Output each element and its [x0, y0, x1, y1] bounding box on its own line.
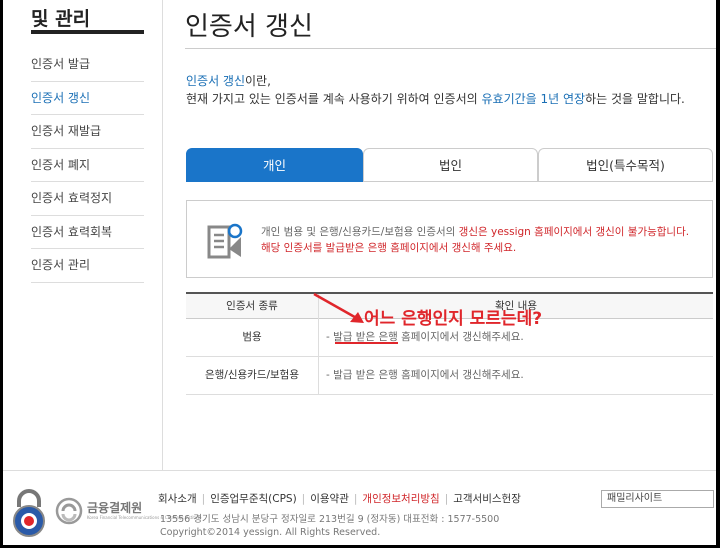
sidebar-item-reissue[interactable]: 인증서 재발급 — [31, 115, 144, 149]
tab-bar: 개인 법인 법인(특수목적) — [186, 148, 713, 182]
tab-corporate[interactable]: 법인 — [363, 148, 538, 182]
footer-copyright: Copyright©2014 yessign. All Rights Reser… — [160, 527, 381, 538]
footer-link-cps[interactable]: 인증업무준칙(CPS) — [210, 493, 296, 505]
footer-separator: | — [444, 493, 449, 505]
row-type: 은행/신용카드/보험용 — [186, 357, 319, 394]
footer-link-company[interactable]: 회사소개 — [158, 493, 197, 505]
annotation-underline — [335, 342, 398, 344]
intro-line2-a: 현재 가지고 있는 인증서를 계속 사용하기 위하여 인증서의 — [186, 92, 482, 106]
title-divider — [185, 48, 716, 49]
tab-personal[interactable]: 개인 — [186, 148, 363, 182]
footer-separator: | — [353, 493, 358, 505]
sidebar-item-suspend[interactable]: 인증서 효력정지 — [31, 182, 144, 216]
notice-line1-a: 개인 범용 및 은행/신용카드/보험용 인증서의 — [261, 226, 459, 238]
intro-line2-b: 하는 것을 말합니다. — [585, 92, 685, 106]
intro-term-suffix: 이란, — [245, 74, 271, 88]
kftc-logo: 금융결제원 Korea Financial Telecommunications… — [55, 497, 202, 527]
kftc-name: 금융결제원 — [87, 501, 143, 515]
tab-corporate-special[interactable]: 법인(특수목적) — [538, 148, 713, 182]
annotation-text: 어느 은행인지 모르는데? — [364, 309, 543, 329]
notice-line2: 해당 인증서를 발급받은 은행 홈페이지에서 갱신해 주세요. — [261, 242, 517, 254]
kftc-emblem-icon — [55, 497, 83, 525]
footer-separator: | — [201, 493, 206, 505]
sidebar-item-revoke[interactable]: 인증서 폐지 — [31, 149, 144, 182]
notice-line1-b: 갱신은 yessign 홈페이지에서 갱신이 불가능합니다. — [458, 226, 690, 238]
document-refresh-icon — [207, 223, 243, 259]
sidebar-menu: 인증서 발급 인증서 갱신 인증서 재발급 인증서 폐지 인증서 효력정지 인증… — [31, 48, 144, 283]
sidebar-item-issue[interactable]: 인증서 발급 — [31, 48, 144, 82]
footer-separator: | — [301, 493, 306, 505]
header-cert-type: 인증서 종류 — [186, 294, 319, 319]
table-row: 은행/신용카드/보험용 - 발급 받은 은행 홈페이지에서 갱신해주세요. — [186, 357, 713, 395]
row-content: - 발급 받은 은행 홈페이지에서 갱신해주세요. — [326, 369, 524, 381]
footer-address: 13556 경기도 성남시 분당구 정자일로 213번길 9 (정자동) 대표전… — [160, 514, 500, 525]
intro-term: 인증서 갱신 — [186, 74, 246, 88]
family-site-select[interactable]: 패밀리사이트 — [601, 490, 714, 508]
sidebar-title: 및 관리 — [31, 8, 91, 30]
page: 및 관리 인증서 발급 인증서 갱신 인증서 재발급 인증서 폐지 인증서 효력… — [3, 0, 716, 545]
row-type: 범용 — [186, 319, 319, 356]
footer: 금융결제원 Korea Financial Telecommunications… — [3, 470, 716, 545]
page-title: 인증서 갱신 — [185, 12, 313, 42]
sidebar-item-manage[interactable]: 인증서 관리 — [31, 249, 144, 283]
sidebar-item-restore[interactable]: 인증서 효력회복 — [31, 216, 144, 249]
footer-links: 회사소개 | 인증업무준칙(CPS) | 이용약관 | 개인정보처리방침 | 고객서비스헌장 — [158, 491, 521, 506]
sidebar: 및 관리 인증서 발급 인증서 갱신 인증서 재발급 인증서 폐지 인증서 효력… — [3, 0, 163, 470]
intro-text: 인증서 갱신이란, 현재 가지고 있는 인증서를 계속 사용하기 위하여 인증서… — [186, 72, 685, 108]
footer-link-privacy[interactable]: 개인정보처리방침 — [362, 493, 439, 505]
annotation-arrow-icon — [313, 292, 364, 323]
notice-box: 개인 범용 및 은행/신용카드/보험용 인증서의 갱신은 yessign 홈페이… — [186, 200, 713, 278]
sidebar-item-renewal[interactable]: 인증서 갱신 — [31, 82, 144, 115]
footer-link-terms[interactable]: 이용약관 — [310, 493, 349, 505]
notice-text: 개인 범용 및 은행/신용카드/보험용 인증서의 갱신은 yessign 홈페이… — [261, 224, 701, 256]
intro-highlight: 유효기간을 1년 연장 — [481, 92, 586, 106]
yessign-lock-logo-icon — [13, 489, 45, 537]
footer-link-charter[interactable]: 고객서비스헌장 — [453, 493, 521, 505]
sidebar-title-underline — [31, 30, 144, 34]
